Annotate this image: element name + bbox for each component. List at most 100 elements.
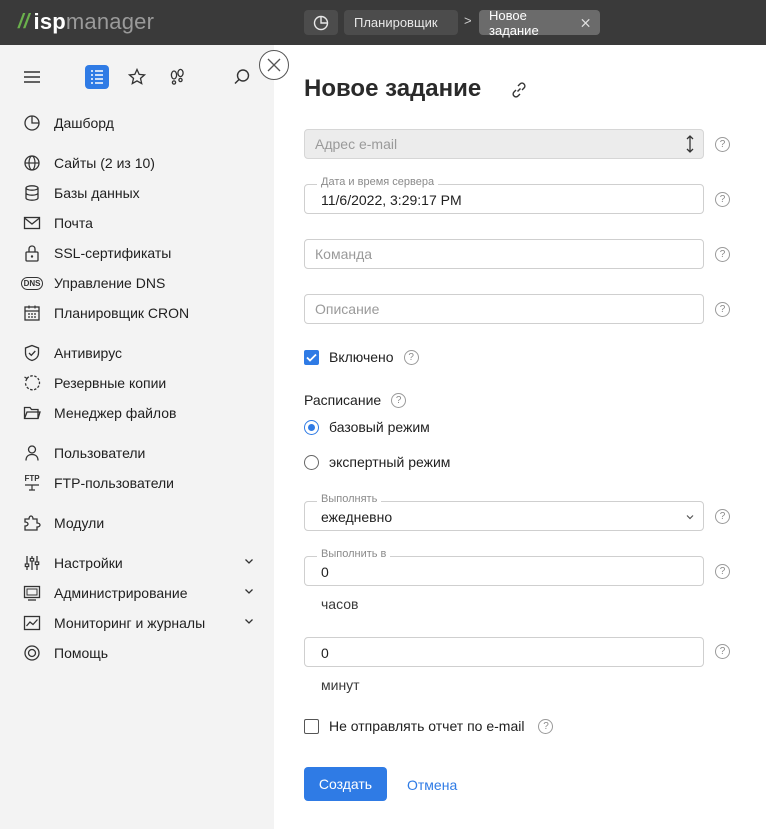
footprints-icon[interactable]: [165, 65, 189, 89]
sidebar-item-help[interactable]: Помощь: [22, 641, 262, 665]
top-bar: // isp manager Планировщик > Новое задан…: [0, 0, 766, 45]
cancel-button[interactable]: Отмена: [407, 777, 457, 793]
search-icon[interactable]: [230, 65, 254, 89]
create-button[interactable]: Создать: [304, 767, 387, 801]
dashboard-icon: [22, 113, 42, 133]
sidebar-item-label: Администрирование: [54, 585, 188, 601]
close-icon: [267, 58, 281, 72]
sidebar-item-ftp-users[interactable]: FTP FTP-пользователи: [22, 471, 262, 495]
no-report-row: Не отправлять отчет по e-mail ?: [304, 718, 554, 734]
email-input[interactable]: [305, 130, 703, 158]
chevron-down-icon[interactable]: [244, 616, 254, 626]
help-icon[interactable]: ?: [715, 192, 730, 207]
sidebar-toolbar: [0, 45, 274, 109]
help-icon[interactable]: ?: [715, 247, 730, 262]
breadcrumb-scheduler-label: Планировщик: [354, 15, 438, 30]
run-frequency-label: Выполнять: [317, 493, 382, 505]
run-at-minutes-field[interactable]: 0: [304, 637, 704, 667]
shield-icon: [22, 343, 42, 363]
chevron-down-icon: [686, 515, 694, 520]
help-icon[interactable]: ?: [715, 564, 730, 579]
sidebar-item-databases[interactable]: Базы данных: [22, 181, 262, 205]
command-field[interactable]: [304, 239, 704, 269]
run-at-minutes-value[interactable]: 0: [321, 645, 329, 661]
sidebar-item-administration[interactable]: Администрирование: [22, 581, 262, 605]
mail-icon: [22, 213, 42, 233]
close-panel-button[interactable]: [259, 50, 289, 80]
sidebar-item-ssl[interactable]: SSL-сертификаты: [22, 241, 262, 265]
enabled-row: Включено ?: [304, 349, 419, 365]
checkmark-icon: [306, 353, 317, 362]
ftp-icon-text: FTP: [24, 474, 40, 483]
email-field[interactable]: [304, 129, 704, 159]
sidebar-item-dashboard[interactable]: Дашборд: [22, 111, 262, 135]
logo-mark-icon: //: [18, 10, 30, 33]
sidebar-item-label: Сайты (2 из 10): [54, 155, 155, 171]
schedule-label: Расписание: [304, 392, 382, 408]
breadcrumb-new-task[interactable]: Новое задание: [479, 7, 600, 38]
enabled-checkbox[interactable]: [304, 349, 319, 365]
close-tab-icon[interactable]: [581, 18, 590, 28]
breadcrumb-new-task-label: Новое задание: [489, 7, 539, 38]
schedule-basic-radio[interactable]: [304, 419, 319, 435]
run-at-hours-field[interactable]: Выполнить в 0: [304, 548, 704, 586]
sidebar-item-file-manager[interactable]: Менеджер файлов: [22, 401, 262, 425]
sidebar-item-dns[interactable]: DNS Управление DNS: [20, 271, 262, 295]
star-icon[interactable]: [125, 65, 149, 89]
sidebar-item-settings[interactable]: Настройки: [22, 551, 262, 575]
help-icon[interactable]: ?: [715, 644, 730, 659]
sliders-icon: [22, 553, 42, 573]
run-frequency-select[interactable]: Выполнять ежедневно: [304, 493, 704, 531]
logo[interactable]: // isp manager: [18, 9, 154, 35]
no-report-label: Не отправлять отчет по e-mail: [329, 718, 525, 734]
list-view-icon[interactable]: [85, 65, 109, 89]
sidebar-item-label: SSL-сертификаты: [54, 245, 172, 261]
breadcrumb-scheduler[interactable]: Планировщик: [344, 10, 458, 35]
sidebar-item-label: Антивирус: [54, 345, 123, 361]
sidebar-item-label: Резервные копии: [54, 375, 167, 391]
server-datetime-field: Дата и время сервера 11/6/2022, 3:29:17 …: [304, 176, 704, 214]
server-datetime-value: 11/6/2022, 3:29:17 PM: [321, 192, 462, 208]
sidebar-item-modules[interactable]: Модули: [22, 511, 262, 535]
help-icon[interactable]: ?: [715, 509, 730, 524]
sidebar-item-backups[interactable]: Резервные копии: [22, 371, 262, 395]
help-icon[interactable]: ?: [538, 718, 554, 734]
schedule-expert-label: экспертный режим: [329, 454, 451, 470]
help-icon[interactable]: ?: [391, 392, 407, 408]
chevron-down-icon[interactable]: [244, 586, 254, 596]
calendar-icon: [22, 303, 42, 323]
command-input[interactable]: [305, 240, 703, 268]
schedule-basic-option[interactable]: базовый режим: [304, 419, 430, 435]
sidebar-item-antivirus[interactable]: Антивирус: [22, 341, 262, 365]
breadcrumb-dashboard-button[interactable]: [304, 10, 338, 35]
sidebar-item-label: Модули: [54, 515, 105, 531]
user-icon: [22, 443, 42, 463]
sidebar-item-label: Дашборд: [54, 115, 114, 131]
main-panel: Новое задание ? Дата и время сервера 11/…: [274, 45, 766, 829]
description-field[interactable]: [304, 294, 704, 324]
run-at-hours-value[interactable]: 0: [321, 564, 329, 580]
sidebar-item-label: Настройки: [54, 555, 123, 571]
enabled-label: Включено: [329, 349, 394, 365]
sidebar-item-sites[interactable]: Сайты (2 из 10): [22, 151, 262, 175]
sidebar-item-label: Помощь: [54, 645, 109, 661]
sidebar-item-users[interactable]: Пользователи: [22, 441, 262, 465]
help-icon[interactable]: ?: [715, 302, 730, 317]
minutes-unit-label: минут: [321, 677, 360, 693]
description-input[interactable]: [305, 295, 703, 323]
run-at-label: Выполнить в: [317, 548, 391, 560]
link-icon[interactable]: [510, 81, 528, 99]
page-title: Новое задание: [304, 75, 482, 102]
schedule-row: Расписание ?: [304, 392, 407, 408]
no-report-checkbox[interactable]: [304, 718, 319, 734]
sidebar-item-cron[interactable]: Планировщик CRON: [22, 301, 262, 325]
help-icon[interactable]: ?: [403, 349, 419, 365]
schedule-expert-option[interactable]: экспертный режим: [304, 454, 450, 470]
menu-icon[interactable]: [20, 65, 44, 89]
chevron-down-icon[interactable]: [244, 556, 254, 566]
folder-icon: [22, 403, 42, 423]
sidebar-item-monitoring[interactable]: Мониторинг и журналы: [22, 611, 262, 635]
sidebar-item-mail[interactable]: Почта: [22, 211, 262, 235]
help-icon[interactable]: ?: [715, 137, 730, 152]
schedule-expert-radio[interactable]: [304, 454, 319, 470]
